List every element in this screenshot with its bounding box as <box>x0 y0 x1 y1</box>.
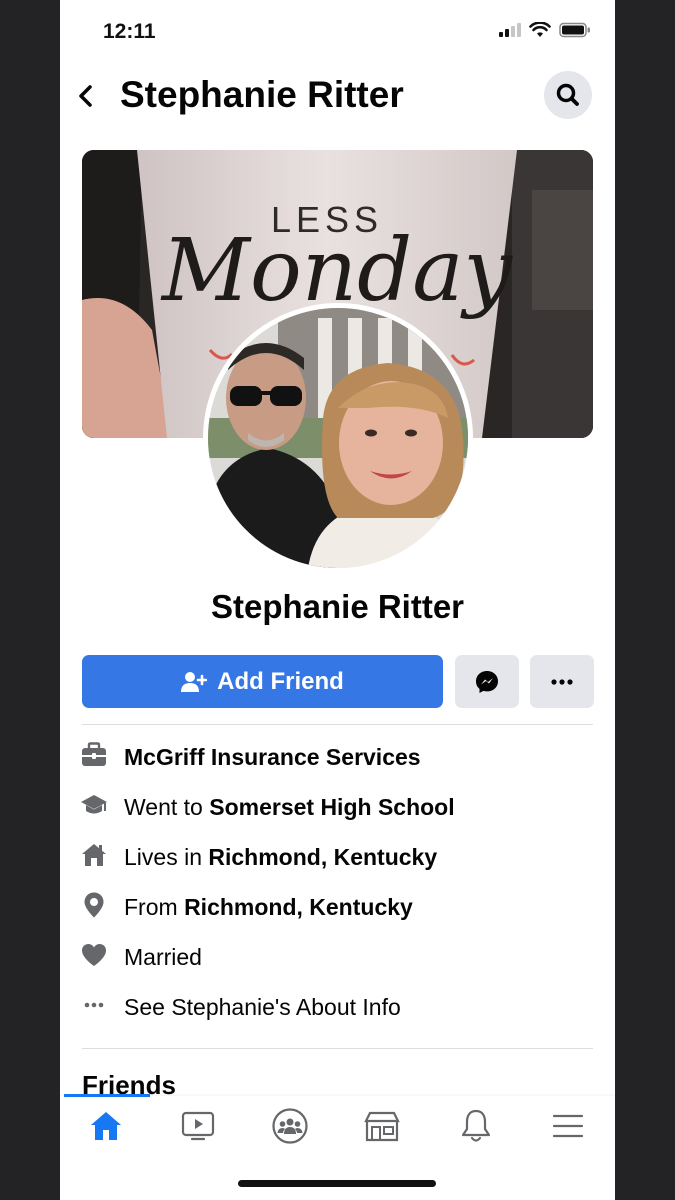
status-bar: 12:11 <box>60 0 615 60</box>
home-indicator-bar <box>238 1180 436 1187</box>
location-pin-icon <box>80 891 108 919</box>
tab-watch[interactable] <box>176 1106 220 1146</box>
info-relationship: Married <box>60 936 615 976</box>
status-icons <box>499 22 591 38</box>
active-tab-indicator <box>64 1094 150 1097</box>
add-friend-button[interactable]: Add Friend <box>82 655 443 708</box>
battery-icon <box>559 22 590 38</box>
see-about-info-link[interactable]: See Stephanie's About Info <box>60 986 615 1026</box>
info-from-text: From Richmond, Kentucky <box>124 894 413 920</box>
more-dots-icon <box>551 678 573 685</box>
info-relationship-text: Married <box>124 944 202 970</box>
watch-icon <box>181 1111 215 1141</box>
info-work: McGriff Insurance Services <box>60 736 615 776</box>
divider <box>82 724 593 725</box>
home-icon <box>91 1112 121 1140</box>
info-lives-text: Lives in Richmond, Kentucky <box>124 844 438 870</box>
hometown-link[interactable]: Richmond, Kentucky <box>184 894 413 920</box>
info-from: From Richmond, Kentucky <box>60 886 615 926</box>
search-icon <box>556 83 579 106</box>
search-button[interactable] <box>544 71 592 119</box>
divider <box>82 1048 593 1049</box>
profile-picture[interactable] <box>208 308 468 568</box>
wifi-icon <box>529 22 551 37</box>
home-house-icon <box>80 841 108 869</box>
info-education-text: Went to Somerset High School <box>124 794 455 820</box>
menu-icon <box>552 1114 584 1138</box>
graduation-cap-icon <box>80 791 108 819</box>
profile-header: Stephanie Ritter <box>60 66 615 126</box>
back-button[interactable] <box>74 78 98 114</box>
bottom-tab-bar <box>60 1096 615 1156</box>
tab-menu[interactable] <box>546 1106 590 1146</box>
current-city-link[interactable]: Richmond, Kentucky <box>208 844 437 870</box>
marketplace-icon <box>364 1111 400 1142</box>
tab-groups[interactable] <box>268 1106 312 1146</box>
status-time: 12:11 <box>103 20 156 43</box>
briefcase-icon <box>80 741 108 769</box>
heart-icon <box>80 941 108 969</box>
header-title: Stephanie Ritter <box>120 74 404 115</box>
more-options-button[interactable] <box>530 655 594 708</box>
phone-screen: 12:11 Stephanie Ritter LESS Monday Steph… <box>60 0 615 1200</box>
more-dots-icon <box>80 991 108 1019</box>
profile-name: Stephanie Ritter <box>210 588 465 625</box>
cellular-signal-icon <box>499 23 521 37</box>
add-friend-icon <box>181 671 208 692</box>
chevron-left-icon <box>79 85 92 107</box>
profile-picture-image <box>208 308 468 568</box>
messenger-icon <box>476 670 498 693</box>
bell-icon <box>461 1109 491 1142</box>
message-button[interactable] <box>455 655 519 708</box>
school-link[interactable]: Somerset High School <box>209 794 454 820</box>
groups-icon <box>272 1108 308 1144</box>
tab-notifications[interactable] <box>454 1106 498 1146</box>
tab-home[interactable] <box>84 1106 128 1146</box>
info-education: Went to Somerset High School <box>60 786 615 826</box>
add-friend-label: Add Friend <box>217 667 344 695</box>
tab-marketplace[interactable] <box>360 1106 404 1146</box>
info-work-text: McGriff Insurance Services <box>124 744 421 770</box>
see-about-info-text: See Stephanie's About Info <box>124 994 401 1020</box>
info-lives: Lives in Richmond, Kentucky <box>60 836 615 876</box>
